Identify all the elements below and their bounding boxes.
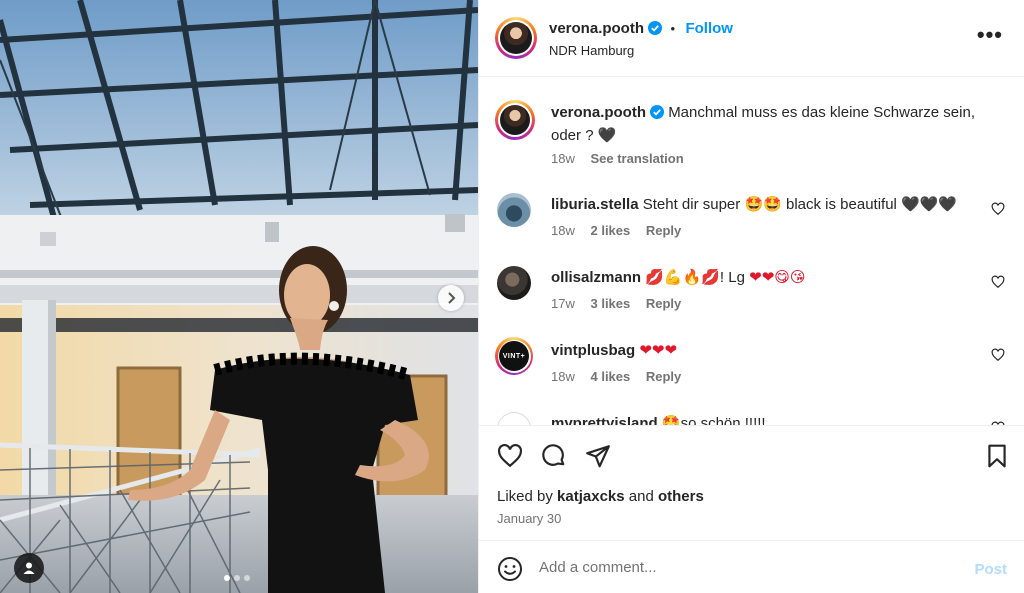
- comment-text: liburia.stella Steht dir super 🤩🤩 black …: [551, 193, 991, 216]
- photo-scene: [0, 0, 478, 593]
- comments-list[interactable]: verona.pooth Manchmal muss es das kleine…: [479, 78, 1024, 425]
- post-side-panel: verona.pooth • Follow NDR Hamburg ••• ve…: [478, 0, 1024, 593]
- post-header: verona.pooth • Follow NDR Hamburg •••: [479, 0, 1024, 77]
- carousel-indicator: [224, 575, 250, 581]
- post-actions: Liked by katjaxcks and others January 30: [479, 425, 1024, 540]
- comment-composer: Post: [479, 540, 1024, 593]
- caption-author[interactable]: verona.pooth: [551, 104, 646, 121]
- comment-time[interactable]: 18w: [551, 369, 575, 384]
- red-hearts-emoji: ❤❤❤: [639, 341, 678, 359]
- post-photo[interactable]: [0, 0, 478, 593]
- commenter-username[interactable]: liburia.stella: [551, 196, 639, 213]
- comment-body: so schön !!!!!: [680, 415, 766, 425]
- author-username[interactable]: verona.pooth: [549, 20, 644, 37]
- kiss-muscle-fire-emoji: 💋💪🔥💋: [645, 268, 720, 286]
- see-translation-link[interactable]: See translation: [590, 151, 683, 166]
- comment-text: ollisalzmann 💋💪🔥💋! Lg ❤❤😋😘: [551, 266, 991, 289]
- caption-author-avatar[interactable]: [495, 100, 535, 140]
- comment-item: liburia.stella Steht dir super 🤩🤩 black …: [497, 193, 1007, 243]
- comment-body-cont: black is beautiful: [785, 196, 897, 213]
- comment-likes[interactable]: 4 likes: [590, 369, 630, 384]
- comment-meta: 17w 3 likes Reply: [551, 296, 693, 311]
- black-heart-emoji: 🖤🖤🖤: [901, 195, 958, 213]
- hearts-yum-emoji: ❤❤😋😘: [749, 268, 806, 286]
- comment-body: Steht dir super: [642, 196, 741, 213]
- liked-by-and: and: [628, 488, 654, 505]
- save-bookmark-icon[interactable]: [984, 443, 1010, 469]
- like-comment-heart-icon[interactable]: [991, 348, 1005, 362]
- caption-time[interactable]: 18w: [551, 151, 575, 166]
- commenter-username[interactable]: vintplusbag: [551, 342, 635, 359]
- comment-item: ollisalzmann 💋💪🔥💋! Lg ❤❤😋😘 17w 3 likes R…: [497, 266, 1007, 316]
- comment-bubble-icon[interactable]: [541, 443, 567, 469]
- reply-button[interactable]: Reply: [646, 369, 681, 384]
- chevron-right-icon: [448, 292, 456, 304]
- post-caption: verona.pooth Manchmal muss es das kleine…: [495, 100, 1007, 172]
- star-struck-emoji: 🤩: [661, 414, 681, 425]
- comment-item: VINT+ vintplusbag ❤❤❤ 18w 4 likes Reply: [495, 337, 1007, 389]
- reply-button[interactable]: Reply: [646, 223, 681, 238]
- comment-time[interactable]: 18w: [551, 223, 575, 238]
- liked-by-others-link[interactable]: others: [658, 488, 704, 505]
- comment-item: myprettyisland 🤩so schön !!!!!: [497, 412, 1007, 425]
- like-heart-icon[interactable]: [497, 443, 523, 469]
- commenter-avatar[interactable]: VINT+: [495, 337, 533, 375]
- post-date[interactable]: January 30: [497, 511, 561, 526]
- liked-by-prefix: Liked by: [497, 488, 553, 505]
- more-options-button[interactable]: •••: [977, 24, 1003, 46]
- next-slide-button[interactable]: [438, 285, 464, 311]
- author-avatar[interactable]: [495, 17, 537, 59]
- comment-text: myprettyisland 🤩so schön !!!!!: [551, 412, 991, 425]
- post-comment-button[interactable]: Post: [974, 561, 1007, 578]
- liked-by-user[interactable]: katjaxcks: [557, 488, 625, 505]
- comment-text: vintplusbag ❤❤❤: [551, 339, 991, 362]
- reply-button[interactable]: Reply: [646, 296, 681, 311]
- post-location[interactable]: NDR Hamburg: [549, 43, 634, 58]
- user-icon: [23, 562, 35, 574]
- commenter-avatar[interactable]: [497, 193, 531, 227]
- carousel-dot: [224, 575, 230, 581]
- commenter-avatar[interactable]: [497, 266, 531, 300]
- liked-by-text: Liked by katjaxcks and others: [497, 488, 704, 505]
- like-comment-heart-icon[interactable]: [991, 202, 1005, 216]
- caption-meta: 18w See translation: [551, 151, 696, 166]
- vint-logo: VINT+: [499, 341, 529, 371]
- carousel-dot: [244, 575, 250, 581]
- comment-body: ! Lg: [719, 269, 745, 286]
- like-comment-heart-icon[interactable]: [991, 275, 1005, 289]
- black-heart-emoji: 🖤: [597, 126, 617, 144]
- follow-button[interactable]: Follow: [685, 20, 733, 37]
- commenter-avatar[interactable]: [497, 412, 531, 425]
- emoji-smiley-icon[interactable]: [497, 556, 523, 582]
- comment-time[interactable]: 17w: [551, 296, 575, 311]
- comment-meta: 18w 4 likes Reply: [551, 369, 693, 384]
- commenter-username[interactable]: ollisalzmann: [551, 269, 641, 286]
- tagged-users-button[interactable]: [14, 553, 44, 583]
- comment-likes[interactable]: 2 likes: [590, 223, 630, 238]
- verified-badge-icon: [650, 105, 665, 119]
- comment-meta: 18w 2 likes Reply: [551, 223, 693, 238]
- comment-input[interactable]: [539, 559, 939, 576]
- share-paper-plane-icon[interactable]: [585, 443, 611, 469]
- comment-likes[interactable]: 3 likes: [590, 296, 630, 311]
- commenter-username[interactable]: myprettyisland: [551, 415, 658, 425]
- caption-text: verona.pooth Manchmal muss es das kleine…: [551, 102, 991, 147]
- carousel-dot: [234, 575, 240, 581]
- star-struck-emoji: 🤩🤩: [744, 195, 782, 213]
- verified-badge-icon: [648, 21, 663, 35]
